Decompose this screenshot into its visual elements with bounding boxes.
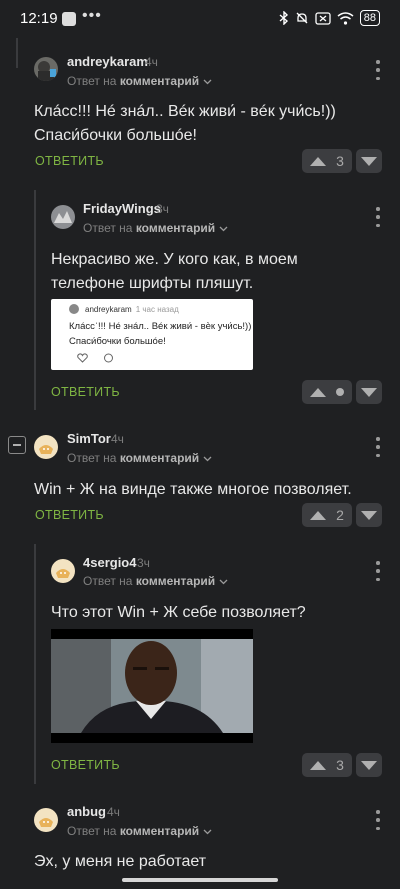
status-time: 12:19 xyxy=(20,10,58,27)
mute-icon xyxy=(296,12,308,24)
comment-time: 4ч xyxy=(107,805,120,819)
reply-button[interactable]: ОТВЕТИТЬ xyxy=(51,385,120,399)
downvote-button[interactable] xyxy=(356,503,382,527)
more-options-icon[interactable] xyxy=(375,207,381,227)
status-bar: 12:19 ••• 88 xyxy=(0,0,400,38)
reply-icon xyxy=(104,353,113,363)
more-options-icon[interactable] xyxy=(375,437,381,457)
chevron-down-icon xyxy=(219,579,227,585)
avatar xyxy=(69,304,79,314)
reply-to-link[interactable]: Ответ на комментарий xyxy=(67,74,212,88)
downvote-button[interactable] xyxy=(356,380,382,404)
vote-controls xyxy=(302,380,382,404)
comment-username[interactable]: SimTor xyxy=(67,431,111,446)
comment-text: Win + Ж на винде также многое позволяет. xyxy=(34,481,352,498)
chevron-down-icon xyxy=(203,79,211,85)
thread-line xyxy=(34,544,36,784)
arrow-up-icon xyxy=(310,156,327,166)
arrow-down-icon xyxy=(361,510,377,520)
embedded-username: andreykaram 1 час назад xyxy=(85,305,179,314)
wifi-icon xyxy=(337,11,354,25)
avatar[interactable] xyxy=(34,435,58,459)
thread-line xyxy=(34,190,36,410)
chevron-down-icon xyxy=(219,226,227,232)
reply-to-link[interactable]: Ответ на комментарий xyxy=(67,451,212,465)
comment-username[interactable]: FridayWings xyxy=(83,201,161,216)
score: 2 xyxy=(336,507,344,523)
avatar[interactable] xyxy=(34,57,58,81)
status-icons: 88 xyxy=(279,10,380,26)
upvote-button[interactable] xyxy=(302,380,352,404)
reply-button[interactable]: ОТВЕТИТЬ xyxy=(35,508,104,522)
more-options-icon[interactable] xyxy=(375,60,381,80)
arrow-up-icon xyxy=(310,510,327,520)
arrow-down-icon xyxy=(361,387,377,397)
sim-off-icon xyxy=(315,11,331,25)
embedded-image[interactable] xyxy=(51,629,253,743)
comment-text: Некрасиво же. У кого как, в моем телефон… xyxy=(51,251,298,292)
comment-username[interactable]: 4sergio4 xyxy=(83,555,136,570)
more-options-icon[interactable] xyxy=(375,561,381,581)
chevron-down-icon xyxy=(203,456,211,462)
reply-to-link[interactable]: Ответ на комментарий xyxy=(83,221,228,235)
comment-text: Что этот Win + Ж себе позволяет? xyxy=(51,604,306,621)
score: 3 xyxy=(336,757,344,773)
battery-level: 88 xyxy=(359,10,380,26)
reply-to-link[interactable]: Ответ на комментарий xyxy=(67,824,212,838)
comment-text: Клáсс!!! Нé знáл.. Вéк живи́ - вéк учи́с… xyxy=(34,103,336,144)
comment-time: 4ч xyxy=(145,55,158,69)
upvote-button[interactable]: 3 xyxy=(302,149,352,173)
heart-icon xyxy=(77,353,88,363)
comment-time: 3ч xyxy=(156,202,169,216)
embedded-screenshot[interactable]: andreykaram 1 час назад Клáссˈ!!! Нé знáл… xyxy=(51,299,253,370)
vote-controls: 2 xyxy=(302,503,382,527)
score: 3 xyxy=(336,153,344,169)
score-hidden xyxy=(336,388,344,396)
avatar[interactable] xyxy=(51,205,75,229)
vote-controls: 3 xyxy=(302,753,382,777)
more-options-icon[interactable] xyxy=(375,810,381,830)
comment-username[interactable]: andreykaram xyxy=(67,54,148,69)
upvote-button[interactable]: 2 xyxy=(302,503,352,527)
vote-controls: 3 xyxy=(302,149,382,173)
chevron-down-icon xyxy=(203,829,211,835)
arrow-down-icon xyxy=(361,760,377,770)
comment-time: 3ч xyxy=(137,556,150,570)
upvote-button[interactable]: 3 xyxy=(302,753,352,777)
downvote-button[interactable] xyxy=(356,149,382,173)
comment-username[interactable]: anbug xyxy=(67,804,106,819)
arrow-up-icon xyxy=(310,387,326,397)
downvote-button[interactable] xyxy=(356,753,382,777)
avatar[interactable] xyxy=(34,808,58,832)
notification-icon xyxy=(62,12,76,26)
home-indicator[interactable] xyxy=(122,878,278,882)
more-notifications-icon: ••• xyxy=(82,7,102,24)
arrow-up-icon xyxy=(310,760,327,770)
comment-time: 4ч xyxy=(111,432,124,446)
bluetooth-icon xyxy=(279,11,288,25)
thread-line xyxy=(16,38,18,68)
reply-button[interactable]: ОТВЕТИТЬ xyxy=(51,758,120,772)
comment-text: Эх, у меня не работает xyxy=(34,853,207,870)
reply-button[interactable]: ОТВЕТИТЬ xyxy=(35,154,104,168)
embedded-text: Клáссˈ!!! Нé знáл.. Вéк живи́ - вѐк учи́… xyxy=(69,321,252,347)
reply-to-link[interactable]: Ответ на комментарий xyxy=(83,574,228,588)
avatar[interactable] xyxy=(51,559,75,583)
collapse-thread-button[interactable] xyxy=(8,436,26,454)
arrow-down-icon xyxy=(361,156,377,166)
